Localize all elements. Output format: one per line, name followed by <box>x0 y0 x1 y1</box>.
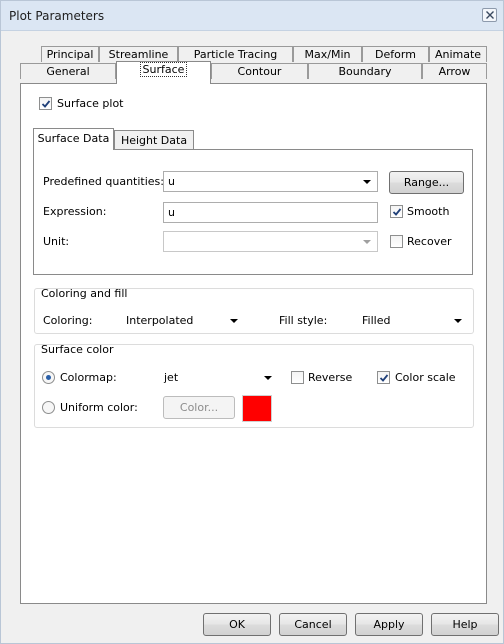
surface-plot-label: Surface plot <box>57 97 124 110</box>
colormap-label: Colormap: <box>60 371 117 384</box>
color-scale-checkbox[interactable] <box>377 371 390 384</box>
plot-parameters-dialog: Plot Parameters Principal Streamline Par… <box>0 0 504 644</box>
tab-animate[interactable]: Animate <box>429 46 487 62</box>
chevron-down-icon <box>363 180 371 184</box>
chevron-down-icon <box>454 319 462 323</box>
surface-plot-checkbox[interactable] <box>39 97 52 110</box>
chevron-down-icon <box>230 319 238 323</box>
coloring-dropdown[interactable]: Interpolated <box>121 310 245 331</box>
tab-boundary[interactable]: Boundary <box>308 63 422 79</box>
tab-surface-data[interactable]: Surface Data <box>33 128 114 150</box>
surface-color-title: Surface color <box>41 343 114 356</box>
help-button[interactable]: Help <box>431 613 499 636</box>
recover-checkbox[interactable] <box>390 235 403 248</box>
coloring-label: Coloring: <box>43 314 93 327</box>
tab-surface[interactable]: Surface <box>116 61 211 84</box>
close-icon <box>486 11 494 19</box>
cancel-button[interactable]: Cancel <box>279 613 347 636</box>
smooth-checkbox[interactable] <box>390 205 403 218</box>
coloring-and-fill-title: Coloring and fill <box>41 287 128 300</box>
fill-style-label: Fill style: <box>279 314 328 327</box>
expression-input[interactable]: u <box>163 202 378 223</box>
dialog-title: Plot Parameters <box>9 9 105 23</box>
tab-max-min[interactable]: Max/Min <box>293 46 362 62</box>
tab-height-data[interactable]: Height Data <box>114 130 194 150</box>
colormap-dropdown[interactable]: jet <box>159 367 279 388</box>
range-button[interactable]: Range... <box>389 171 464 194</box>
unit-label: Unit: <box>43 235 70 248</box>
predefined-quantities-dropdown[interactable]: u <box>163 171 378 192</box>
reverse-label: Reverse <box>308 371 353 384</box>
smooth-label: Smooth <box>407 205 450 218</box>
tab-contour[interactable]: Contour <box>211 63 308 79</box>
check-icon <box>392 208 402 216</box>
color-swatch[interactable] <box>242 395 272 422</box>
tab-particle-tracing[interactable]: Particle Tracing <box>178 46 293 62</box>
check-icon <box>379 374 389 382</box>
ok-button[interactable]: OK <box>203 613 271 636</box>
tab-deform[interactable]: Deform <box>362 46 429 62</box>
color-button[interactable]: Color... <box>163 396 235 419</box>
tab-streamline[interactable]: Streamline <box>99 46 178 62</box>
tab-principal[interactable]: Principal <box>41 46 99 62</box>
predefined-quantities-label: Predefined quantities: <box>43 175 164 188</box>
tab-general[interactable]: General <box>20 63 116 79</box>
apply-button[interactable]: Apply <box>355 613 423 636</box>
close-button[interactable] <box>482 8 497 22</box>
fill-style-dropdown[interactable]: Filled <box>357 310 469 331</box>
chevron-down-icon <box>264 376 272 380</box>
tab-arrow[interactable]: Arrow <box>422 63 487 79</box>
expression-label: Expression: <box>43 205 107 218</box>
title-bar: Plot Parameters <box>1 1 503 31</box>
color-scale-label: Color scale <box>395 371 456 384</box>
unit-dropdown[interactable] <box>163 231 378 252</box>
colormap-radio[interactable] <box>42 371 55 384</box>
uniform-color-label: Uniform color: <box>60 401 138 414</box>
chevron-down-icon <box>363 240 371 244</box>
recover-label: Recover <box>407 235 452 248</box>
check-icon <box>41 100 51 108</box>
uniform-color-radio[interactable] <box>42 401 55 414</box>
reverse-checkbox[interactable] <box>291 371 304 384</box>
